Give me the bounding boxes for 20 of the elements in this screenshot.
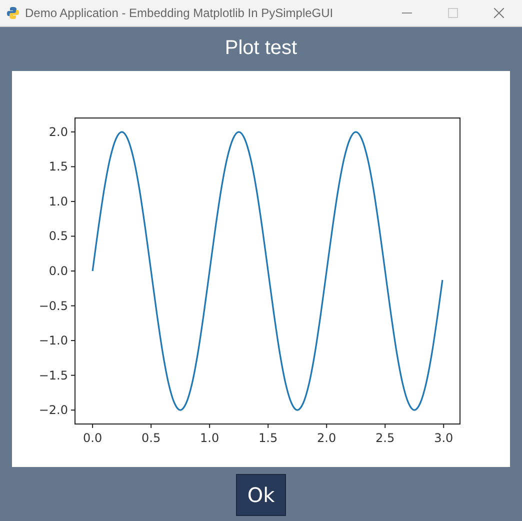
y-tick-label: 1.5 [48, 160, 68, 174]
x-tick-label: 2.5 [376, 431, 395, 445]
plot-heading: Plot test [224, 37, 298, 61]
y-tick-label: −2.0 [38, 403, 68, 418]
python-icon [6, 6, 20, 20]
y-tick-label: −0.5 [38, 298, 68, 313]
window-title: Demo Application - Embedding Matplotlib In PySimpleGUI [25, 6, 334, 20]
x-tick-label: 0.0 [83, 431, 102, 445]
x-tick-label: 0.5 [142, 431, 161, 445]
y-tick-label: 0.0 [48, 264, 68, 278]
x-tick-label: 2.0 [317, 431, 336, 445]
y-tick-label: −1.0 [38, 334, 68, 348]
y-tick-label: 2.0 [48, 124, 68, 139]
y-tick-label: 0.5 [48, 229, 68, 244]
x-tick-label: 3.0 [434, 431, 454, 445]
x-tick-label: 1.5 [258, 431, 278, 445]
x-tick-label: 1.0 [200, 431, 220, 445]
ok-button[interactable]: Ok [236, 474, 286, 516]
y-tick-label: −1.5 [38, 368, 68, 382]
y-tick-label: 1.0 [48, 194, 68, 208]
